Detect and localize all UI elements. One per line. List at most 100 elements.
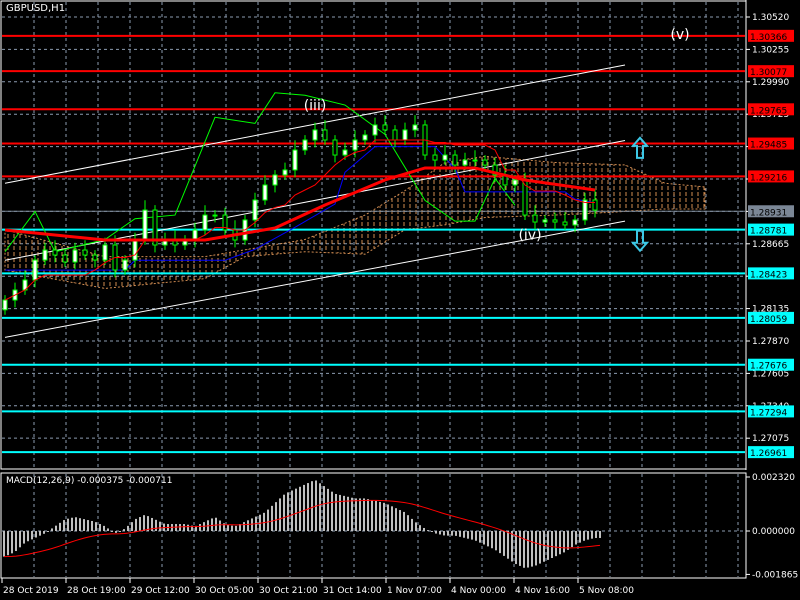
macd-histogram-bar bbox=[139, 517, 141, 531]
price-badge-label: 1.28423 bbox=[750, 270, 787, 280]
x-axis-label: 30 Oct 05:00 bbox=[195, 586, 254, 596]
candle-bull bbox=[312, 129, 318, 141]
y-axis-label: 1.30520 bbox=[752, 13, 789, 23]
macd-histogram-bar bbox=[39, 531, 41, 536]
macd-histogram-bar bbox=[491, 531, 493, 549]
macd-histogram-bar bbox=[487, 531, 489, 547]
candle-bull bbox=[122, 259, 128, 271]
candle-bear bbox=[482, 159, 488, 166]
macd-label: MACD(12,26,9) -0.000375 -0.000711 bbox=[6, 476, 173, 486]
candle-bear bbox=[332, 139, 338, 156]
macd-histogram-bar bbox=[235, 525, 237, 531]
macd-histogram-bar bbox=[579, 531, 581, 543]
candle-bear bbox=[82, 249, 88, 256]
macd-histogram-bar bbox=[483, 531, 485, 545]
macd-histogram-bar bbox=[11, 531, 13, 554]
macd-histogram-bar bbox=[499, 531, 501, 554]
candle-bull bbox=[512, 179, 518, 186]
macd-histogram-bar bbox=[51, 528, 53, 531]
macd-histogram-bar bbox=[595, 531, 597, 538]
macd-histogram-bar bbox=[115, 531, 117, 533]
macd-histogram-bar bbox=[467, 531, 469, 539]
macd-histogram-bar bbox=[407, 515, 409, 531]
wave-label: (iii) bbox=[304, 98, 327, 114]
macd-histogram-bar bbox=[3, 531, 5, 557]
candle-bull bbox=[582, 199, 588, 221]
candle-bull bbox=[262, 184, 268, 201]
macd-histogram-bar bbox=[403, 511, 405, 531]
macd-histogram-bar bbox=[7, 531, 9, 556]
candle-bull bbox=[42, 249, 48, 261]
macd-histogram-bar bbox=[91, 520, 93, 531]
candle-bull bbox=[272, 174, 278, 186]
macd-histogram-bar bbox=[279, 498, 281, 531]
price-badge-label: 1.26961 bbox=[750, 449, 787, 459]
price-badge-label: 1.28059 bbox=[750, 315, 787, 325]
candle-bear bbox=[92, 254, 98, 261]
x-axis-label: 29 Oct 12:00 bbox=[131, 586, 190, 596]
candle-bear bbox=[322, 129, 328, 141]
macd-histogram-bar bbox=[271, 505, 273, 531]
macd-histogram-bar bbox=[95, 522, 97, 531]
macd-histogram-bar bbox=[43, 531, 45, 534]
macd-histogram-bar bbox=[399, 510, 401, 531]
macd-signal-line bbox=[3, 499, 601, 558]
macd-y-label: 0.002320 bbox=[752, 473, 795, 483]
macd-histogram-bar bbox=[103, 525, 105, 531]
price-badge-label: 1.29765 bbox=[750, 106, 787, 116]
x-axis-label: 1 Nov 07:00 bbox=[387, 586, 442, 596]
macd-histogram-bar bbox=[423, 527, 425, 531]
macd-histogram-bar bbox=[267, 509, 269, 531]
macd-histogram-bar bbox=[459, 531, 461, 537]
macd-histogram-bar bbox=[327, 488, 329, 531]
macd-histogram-bar bbox=[439, 531, 441, 535]
macd-histogram-bar bbox=[263, 512, 265, 531]
candle-bull bbox=[352, 139, 358, 151]
macd-histogram-bar bbox=[347, 496, 349, 531]
macd-histogram-bar bbox=[275, 502, 277, 531]
macd-histogram-bar bbox=[295, 488, 297, 531]
macd-histogram-bar bbox=[67, 518, 69, 531]
candle-bear bbox=[432, 154, 438, 161]
candle-bull bbox=[282, 169, 288, 176]
macd-histogram-bar bbox=[371, 500, 373, 531]
macd-histogram-bar bbox=[375, 500, 377, 531]
price-badge-label: 1.30366 bbox=[750, 33, 787, 43]
macd-histogram-bar bbox=[63, 520, 65, 531]
macd-histogram-bar bbox=[107, 528, 109, 531]
x-axis-label: 5 Nov 08:00 bbox=[579, 586, 634, 596]
candle-bull bbox=[402, 129, 408, 141]
macd-histogram-bar bbox=[419, 525, 421, 531]
macd-histogram-bar bbox=[111, 531, 113, 532]
macd-histogram-bar bbox=[319, 483, 321, 531]
macd-histogram-bar bbox=[475, 531, 477, 541]
macd-histogram-bar bbox=[395, 508, 397, 531]
macd-histogram-bar bbox=[123, 529, 125, 531]
macd-histogram-bar bbox=[331, 491, 333, 531]
macd-histogram-bar bbox=[71, 517, 73, 531]
macd-histogram-bar bbox=[79, 518, 81, 531]
macd-histogram-bar bbox=[119, 531, 121, 532]
macd-histogram-bar bbox=[531, 531, 533, 567]
macd-histogram-bar bbox=[427, 530, 429, 532]
arrow-up-icon bbox=[630, 136, 650, 159]
macd-histogram-bar bbox=[99, 524, 101, 531]
y-axis-label: 1.29990 bbox=[752, 78, 789, 88]
candle-bear bbox=[562, 221, 568, 226]
macd-histogram-bar bbox=[471, 531, 473, 540]
candle-bear bbox=[592, 199, 598, 211]
candle-bull bbox=[132, 239, 138, 261]
price-chart[interactable]: 1.305201.302551.299901.297251.294601.291… bbox=[0, 0, 800, 600]
macd-histogram-bar bbox=[351, 497, 353, 531]
macd-histogram-bar bbox=[287, 492, 289, 531]
macd-histogram-bar bbox=[583, 531, 585, 541]
macd-histogram-bar bbox=[27, 531, 29, 542]
candle-bull bbox=[362, 134, 368, 141]
candle-bull bbox=[2, 299, 8, 311]
macd-histogram-bar bbox=[311, 481, 313, 531]
macd-histogram-bar bbox=[247, 520, 249, 531]
price-badge-label: 1.30077 bbox=[750, 68, 787, 78]
macd-histogram-bar bbox=[131, 522, 133, 531]
macd-histogram-bar bbox=[59, 522, 61, 531]
candle-bear bbox=[392, 129, 398, 141]
